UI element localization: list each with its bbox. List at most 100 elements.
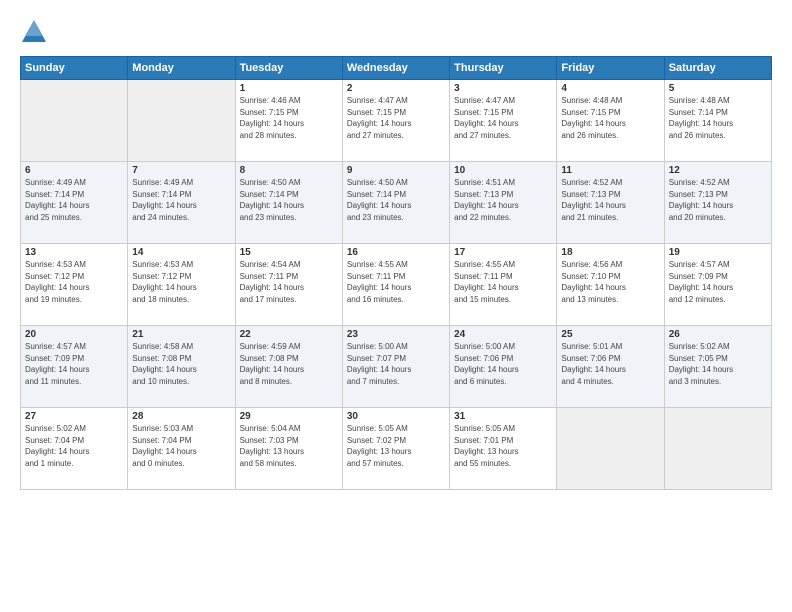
day-cell: 15Sunrise: 4:54 AMSunset: 7:11 PMDayligh… — [235, 244, 342, 326]
logo — [20, 18, 52, 46]
week-row-4: 27Sunrise: 5:02 AMSunset: 7:04 PMDayligh… — [21, 408, 772, 490]
day-cell: 7Sunrise: 4:49 AMSunset: 7:14 PMDaylight… — [128, 162, 235, 244]
day-info: Sunrise: 5:00 AMSunset: 7:07 PMDaylight:… — [347, 341, 445, 387]
day-info: Sunrise: 4:49 AMSunset: 7:14 PMDaylight:… — [25, 177, 123, 223]
day-cell: 6Sunrise: 4:49 AMSunset: 7:14 PMDaylight… — [21, 162, 128, 244]
day-cell: 30Sunrise: 5:05 AMSunset: 7:02 PMDayligh… — [342, 408, 449, 490]
page: SundayMondayTuesdayWednesdayThursdayFrid… — [0, 0, 792, 612]
day-number: 2 — [347, 83, 445, 94]
day-info: Sunrise: 5:05 AMSunset: 7:01 PMDaylight:… — [454, 423, 552, 469]
day-cell: 29Sunrise: 5:04 AMSunset: 7:03 PMDayligh… — [235, 408, 342, 490]
day-number: 3 — [454, 83, 552, 94]
header — [20, 18, 772, 46]
day-cell — [128, 80, 235, 162]
day-info: Sunrise: 4:57 AMSunset: 7:09 PMDaylight:… — [669, 259, 767, 305]
day-info: Sunrise: 4:59 AMSunset: 7:08 PMDaylight:… — [240, 341, 338, 387]
day-info: Sunrise: 5:00 AMSunset: 7:06 PMDaylight:… — [454, 341, 552, 387]
day-info: Sunrise: 4:48 AMSunset: 7:14 PMDaylight:… — [669, 95, 767, 141]
day-info: Sunrise: 4:53 AMSunset: 7:12 PMDaylight:… — [132, 259, 230, 305]
day-number: 1 — [240, 83, 338, 94]
day-info: Sunrise: 4:53 AMSunset: 7:12 PMDaylight:… — [25, 259, 123, 305]
day-cell: 14Sunrise: 4:53 AMSunset: 7:12 PMDayligh… — [128, 244, 235, 326]
day-number: 11 — [561, 165, 659, 176]
day-number: 31 — [454, 411, 552, 422]
day-info: Sunrise: 4:57 AMSunset: 7:09 PMDaylight:… — [25, 341, 123, 387]
day-info: Sunrise: 4:46 AMSunset: 7:15 PMDaylight:… — [240, 95, 338, 141]
day-cell: 3Sunrise: 4:47 AMSunset: 7:15 PMDaylight… — [450, 80, 557, 162]
day-info: Sunrise: 4:47 AMSunset: 7:15 PMDaylight:… — [347, 95, 445, 141]
day-cell: 20Sunrise: 4:57 AMSunset: 7:09 PMDayligh… — [21, 326, 128, 408]
day-cell — [664, 408, 771, 490]
week-row-3: 20Sunrise: 4:57 AMSunset: 7:09 PMDayligh… — [21, 326, 772, 408]
day-number: 4 — [561, 83, 659, 94]
day-info: Sunrise: 4:55 AMSunset: 7:11 PMDaylight:… — [347, 259, 445, 305]
day-number: 28 — [132, 411, 230, 422]
day-info: Sunrise: 4:55 AMSunset: 7:11 PMDaylight:… — [454, 259, 552, 305]
week-row-1: 6Sunrise: 4:49 AMSunset: 7:14 PMDaylight… — [21, 162, 772, 244]
day-cell: 24Sunrise: 5:00 AMSunset: 7:06 PMDayligh… — [450, 326, 557, 408]
day-info: Sunrise: 5:05 AMSunset: 7:02 PMDaylight:… — [347, 423, 445, 469]
day-cell: 2Sunrise: 4:47 AMSunset: 7:15 PMDaylight… — [342, 80, 449, 162]
weekday-header-sunday: Sunday — [21, 57, 128, 80]
day-cell: 26Sunrise: 5:02 AMSunset: 7:05 PMDayligh… — [664, 326, 771, 408]
day-number: 20 — [25, 329, 123, 340]
day-number: 24 — [454, 329, 552, 340]
day-number: 12 — [669, 165, 767, 176]
day-cell: 12Sunrise: 4:52 AMSunset: 7:13 PMDayligh… — [664, 162, 771, 244]
weekday-header-monday: Monday — [128, 57, 235, 80]
day-cell: 22Sunrise: 4:59 AMSunset: 7:08 PMDayligh… — [235, 326, 342, 408]
day-number: 9 — [347, 165, 445, 176]
day-info: Sunrise: 4:58 AMSunset: 7:08 PMDaylight:… — [132, 341, 230, 387]
week-row-2: 13Sunrise: 4:53 AMSunset: 7:12 PMDayligh… — [21, 244, 772, 326]
day-number: 6 — [25, 165, 123, 176]
day-info: Sunrise: 4:52 AMSunset: 7:13 PMDaylight:… — [669, 177, 767, 223]
day-number: 23 — [347, 329, 445, 340]
day-number: 30 — [347, 411, 445, 422]
day-info: Sunrise: 5:04 AMSunset: 7:03 PMDaylight:… — [240, 423, 338, 469]
day-info: Sunrise: 4:49 AMSunset: 7:14 PMDaylight:… — [132, 177, 230, 223]
day-cell: 17Sunrise: 4:55 AMSunset: 7:11 PMDayligh… — [450, 244, 557, 326]
day-number: 15 — [240, 247, 338, 258]
day-number: 29 — [240, 411, 338, 422]
day-cell: 16Sunrise: 4:55 AMSunset: 7:11 PMDayligh… — [342, 244, 449, 326]
day-cell: 11Sunrise: 4:52 AMSunset: 7:13 PMDayligh… — [557, 162, 664, 244]
day-number: 25 — [561, 329, 659, 340]
day-number: 19 — [669, 247, 767, 258]
day-number: 13 — [25, 247, 123, 258]
day-info: Sunrise: 4:52 AMSunset: 7:13 PMDaylight:… — [561, 177, 659, 223]
weekday-header-row: SundayMondayTuesdayWednesdayThursdayFrid… — [21, 57, 772, 80]
day-cell: 5Sunrise: 4:48 AMSunset: 7:14 PMDaylight… — [664, 80, 771, 162]
day-cell: 28Sunrise: 5:03 AMSunset: 7:04 PMDayligh… — [128, 408, 235, 490]
day-number: 27 — [25, 411, 123, 422]
day-cell: 27Sunrise: 5:02 AMSunset: 7:04 PMDayligh… — [21, 408, 128, 490]
day-info: Sunrise: 5:02 AMSunset: 7:04 PMDaylight:… — [25, 423, 123, 469]
day-info: Sunrise: 5:03 AMSunset: 7:04 PMDaylight:… — [132, 423, 230, 469]
weekday-header-thursday: Thursday — [450, 57, 557, 80]
day-number: 18 — [561, 247, 659, 258]
day-info: Sunrise: 4:51 AMSunset: 7:13 PMDaylight:… — [454, 177, 552, 223]
day-cell: 10Sunrise: 4:51 AMSunset: 7:13 PMDayligh… — [450, 162, 557, 244]
day-number: 8 — [240, 165, 338, 176]
day-cell: 21Sunrise: 4:58 AMSunset: 7:08 PMDayligh… — [128, 326, 235, 408]
logo-icon — [20, 18, 48, 46]
day-info: Sunrise: 5:02 AMSunset: 7:05 PMDaylight:… — [669, 341, 767, 387]
day-number: 17 — [454, 247, 552, 258]
day-info: Sunrise: 4:47 AMSunset: 7:15 PMDaylight:… — [454, 95, 552, 141]
day-number: 26 — [669, 329, 767, 340]
day-cell — [21, 80, 128, 162]
day-number: 7 — [132, 165, 230, 176]
week-row-0: 1Sunrise: 4:46 AMSunset: 7:15 PMDaylight… — [21, 80, 772, 162]
weekday-header-tuesday: Tuesday — [235, 57, 342, 80]
day-number: 5 — [669, 83, 767, 94]
day-number: 10 — [454, 165, 552, 176]
calendar: SundayMondayTuesdayWednesdayThursdayFrid… — [20, 56, 772, 490]
day-cell: 1Sunrise: 4:46 AMSunset: 7:15 PMDaylight… — [235, 80, 342, 162]
weekday-header-wednesday: Wednesday — [342, 57, 449, 80]
weekday-header-friday: Friday — [557, 57, 664, 80]
day-number: 22 — [240, 329, 338, 340]
day-info: Sunrise: 4:50 AMSunset: 7:14 PMDaylight:… — [347, 177, 445, 223]
day-cell: 19Sunrise: 4:57 AMSunset: 7:09 PMDayligh… — [664, 244, 771, 326]
day-cell: 8Sunrise: 4:50 AMSunset: 7:14 PMDaylight… — [235, 162, 342, 244]
day-cell — [557, 408, 664, 490]
day-cell: 4Sunrise: 4:48 AMSunset: 7:15 PMDaylight… — [557, 80, 664, 162]
